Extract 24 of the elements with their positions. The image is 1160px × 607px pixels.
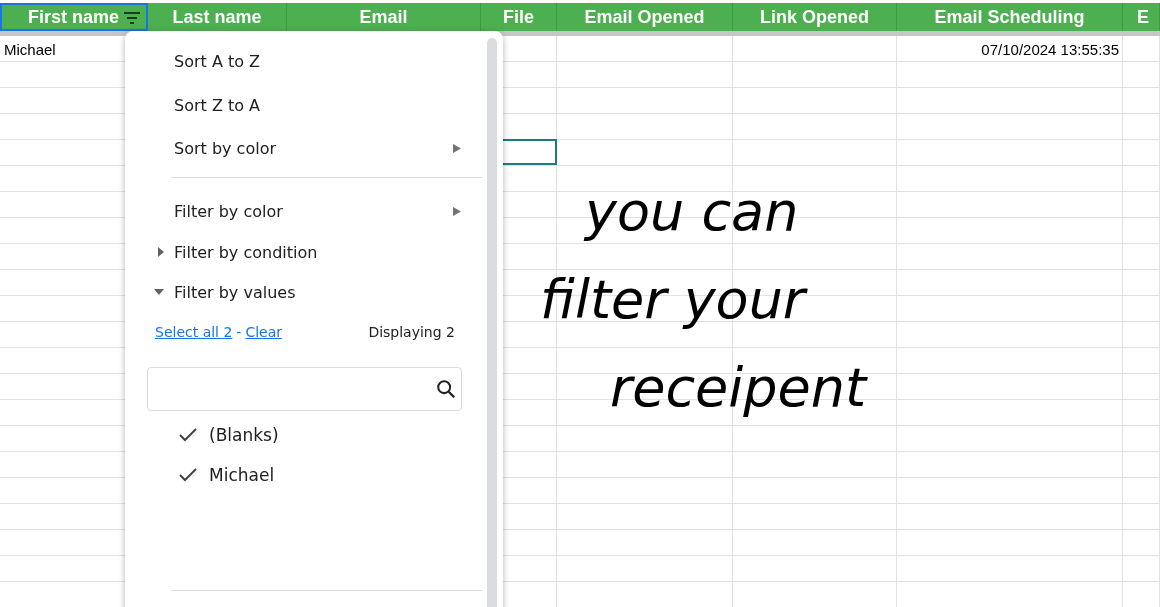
- handwritten-note: you can filter your receipent: [540, 179, 867, 421]
- displaying-count: Displaying 2: [368, 324, 455, 340]
- menu-item[interactable]: Sort A to Z: [125, 39, 465, 83]
- filter-icon[interactable]: [123, 11, 141, 25]
- table-cell: Michael: [4, 40, 56, 58]
- menu-item[interactable]: Filter by values: [125, 272, 465, 312]
- separator-text: -: [236, 324, 242, 340]
- menu-item[interactable]: Filter by condition: [125, 232, 465, 272]
- submenu-arrow-icon: [453, 144, 461, 153]
- clear-link[interactable]: Clear: [245, 324, 283, 340]
- submenu-arrow-icon: [453, 207, 461, 216]
- value-option[interactable]: Michael: [125, 455, 429, 495]
- value-option[interactable]: (Blanks): [125, 415, 429, 455]
- select-all-link[interactable]: Select all 2: [155, 324, 233, 340]
- menu-item[interactable]: Sort by color: [125, 127, 465, 169]
- menu-item[interactable]: Filter by color: [125, 190, 465, 232]
- search-field[interactable]: [147, 367, 462, 411]
- search-icon: [435, 378, 457, 400]
- column-header[interactable]: First name: [0, 3, 148, 31]
- expand-arrow-icon: [158, 247, 164, 257]
- collapse-arrow-icon: [154, 289, 164, 295]
- table-cell: 07/10/2024 13:55:35: [981, 40, 1119, 58]
- menu-item[interactable]: Sort Z to A: [125, 83, 465, 127]
- scrollbar[interactable]: [487, 38, 497, 607]
